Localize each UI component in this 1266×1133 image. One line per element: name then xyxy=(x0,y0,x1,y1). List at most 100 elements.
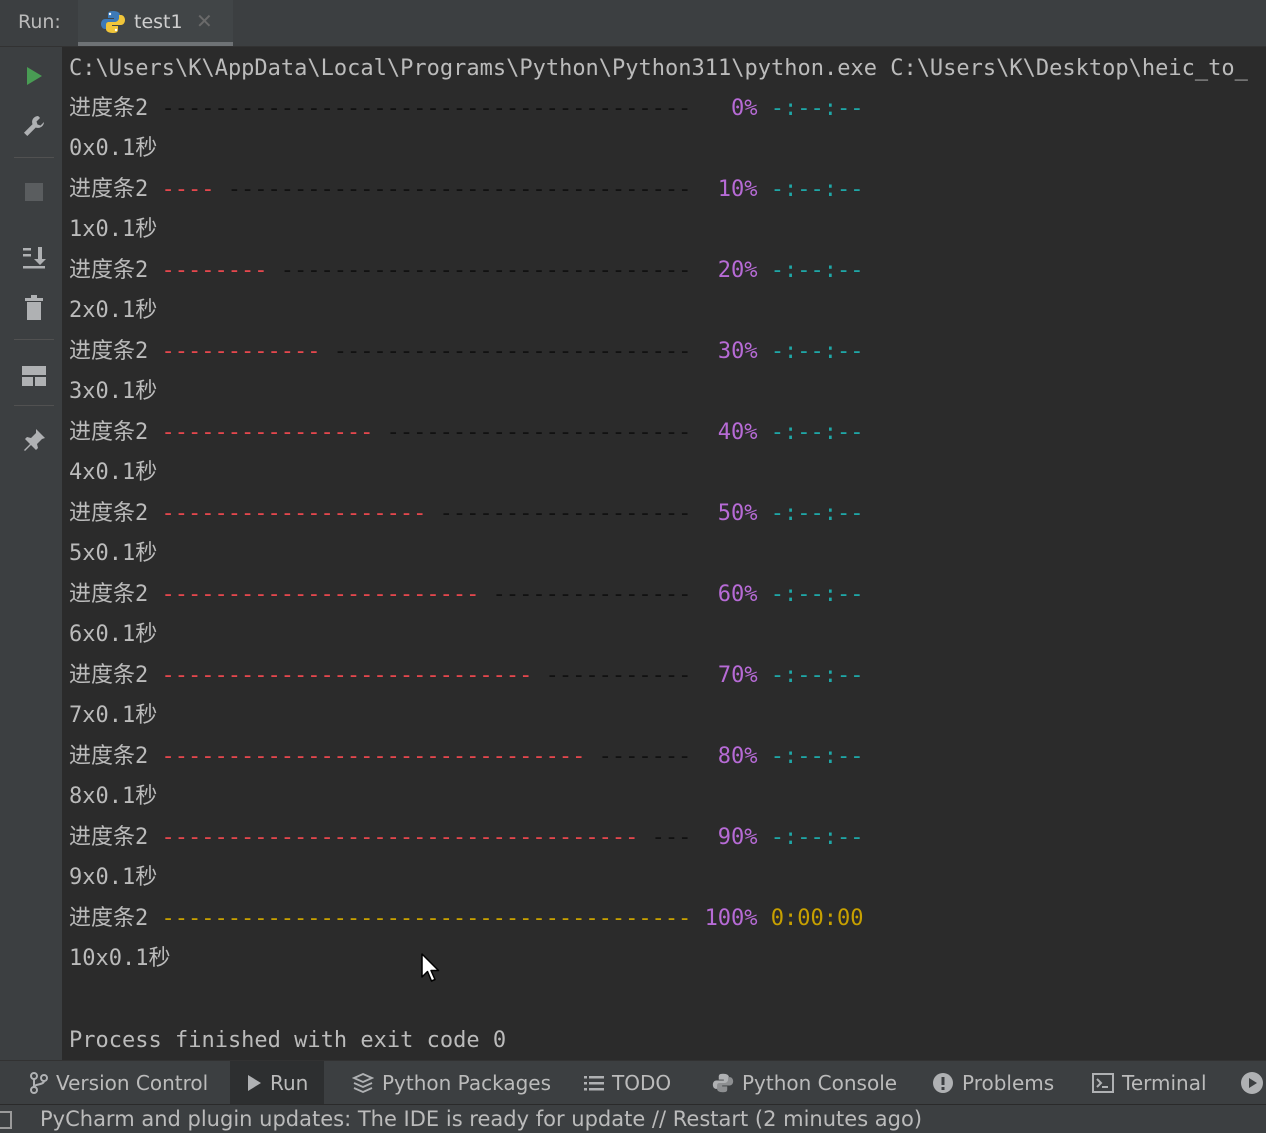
warning-icon xyxy=(933,1073,953,1093)
progress-label: 进度条2 xyxy=(69,501,149,526)
branch-icon xyxy=(30,1072,48,1094)
progress-eta: -:--:-- xyxy=(770,663,864,688)
run-tab-test1[interactable]: test1 ✕ xyxy=(78,0,233,46)
tool-window-bar: Version Control Run Python Packages TODO… xyxy=(0,1060,1266,1105)
toolbar-separator xyxy=(14,405,54,406)
tab-active-indicator xyxy=(78,42,233,46)
progress-percent: 60% xyxy=(704,582,758,607)
progress-line: 进度条2 -----------------------------------… xyxy=(69,899,864,939)
modify-run-configuration-button[interactable] xyxy=(17,109,51,143)
progress-percent: 30% xyxy=(704,339,758,364)
tab-label: Python Packages xyxy=(382,1071,552,1095)
progress-bar-filled: -------- xyxy=(161,258,268,283)
pin-tab-button[interactable] xyxy=(17,423,51,457)
tab-services[interactable] xyxy=(1240,1061,1266,1105)
terminal-icon xyxy=(1092,1073,1114,1093)
progress-label: 进度条2 xyxy=(69,339,149,364)
progress-line: 进度条2 -------------------------------- --… xyxy=(69,737,864,777)
tab-label: Python Console xyxy=(742,1071,898,1095)
progress-bar-filled: -------------------------------- xyxy=(161,744,586,769)
console-output[interactable]: C:\Users\K\AppData\Local\Programs\Python… xyxy=(62,47,1266,1060)
stop-icon xyxy=(25,183,43,201)
close-icon[interactable]: ✕ xyxy=(196,9,213,33)
tab-version-control[interactable]: Version Control xyxy=(30,1061,208,1105)
stop-button[interactable] xyxy=(17,175,51,209)
step-note: 9x0.1秒 xyxy=(69,865,158,890)
progress-line: 进度条2 -------- --------------------------… xyxy=(69,251,864,291)
progress-bar-remaining: ------------------- xyxy=(426,501,692,526)
tab-todo[interactable]: TODO xyxy=(584,1061,671,1105)
run-toolwindow-header: Run: test1 ✕ xyxy=(0,0,1266,47)
step-note: 0x0.1秒 xyxy=(69,136,158,161)
progress-line: 进度条2 ------------ ----------------------… xyxy=(69,332,864,372)
progress-percent: 0% xyxy=(704,96,758,121)
progress-bar-remaining: ----------- xyxy=(532,663,692,688)
progress-bar-remaining: ----------------------- xyxy=(373,420,692,445)
step-note: 7x0.1秒 xyxy=(69,703,158,728)
progress-bar-filled: ---- xyxy=(161,177,215,202)
progress-bar-remaining: --------------------------- xyxy=(320,339,692,364)
tab-label: Version Control xyxy=(56,1071,209,1095)
python-icon xyxy=(712,1073,734,1093)
layout-icon xyxy=(22,366,46,386)
tab-terminal[interactable]: Terminal xyxy=(1092,1061,1207,1105)
step-note: 3x0.1秒 xyxy=(69,379,158,404)
progress-line: 进度条2 -------------------- --------------… xyxy=(69,494,864,534)
list-icon xyxy=(584,1076,604,1091)
progress-percent: 40% xyxy=(704,420,758,445)
progress-eta: -:--:-- xyxy=(770,501,864,526)
layers-icon xyxy=(352,1073,374,1093)
play-icon xyxy=(27,67,42,85)
progress-label: 进度条2 xyxy=(69,663,149,688)
tab-python-packages[interactable]: Python Packages xyxy=(352,1061,551,1105)
progress-percent: 20% xyxy=(704,258,758,283)
step-note: 2x0.1秒 xyxy=(69,298,158,323)
wrench-icon xyxy=(24,116,44,136)
pin-icon xyxy=(24,429,45,451)
play-icon xyxy=(248,1075,261,1091)
progress-percent: 100% xyxy=(704,906,758,931)
rerun-button[interactable] xyxy=(17,59,51,93)
status-bar: PyCharm and plugin updates: The IDE is r… xyxy=(0,1104,1266,1133)
toolbar-separator xyxy=(14,157,54,158)
run-label: Run: xyxy=(18,11,61,33)
progress-eta: -:--:-- xyxy=(770,420,864,445)
progress-label: 进度条2 xyxy=(69,96,149,121)
services-icon xyxy=(1241,1072,1263,1094)
tab-label: TODO xyxy=(612,1071,672,1095)
progress-bar-remaining: ----------------------------------- xyxy=(214,177,692,202)
step-note: 6x0.1秒 xyxy=(69,622,158,647)
tool-windows-toggle-icon[interactable] xyxy=(0,1111,12,1129)
step-note: 10x0.1秒 xyxy=(69,946,171,971)
layout-button[interactable] xyxy=(17,359,51,393)
step-note: 8x0.1秒 xyxy=(69,784,158,809)
clear-all-button[interactable] xyxy=(17,291,51,325)
scroll-to-end-button[interactable] xyxy=(17,241,51,275)
progress-eta: -:--:-- xyxy=(770,96,864,121)
progress-bar-filled: ------------ xyxy=(161,339,321,364)
progress-line: 进度条2 ---------------- ------------------… xyxy=(69,413,864,453)
trash-icon xyxy=(25,295,43,320)
toolbar-separator xyxy=(14,339,54,340)
progress-bar-remaining: --- xyxy=(638,825,692,850)
tab-run[interactable]: Run xyxy=(230,1061,325,1105)
progress-eta: -:--:-- xyxy=(770,177,864,202)
progress-percent: 10% xyxy=(704,177,758,202)
tab-problems[interactable]: Problems xyxy=(932,1061,1054,1105)
progress-eta: -:--:-- xyxy=(770,582,864,607)
progress-percent: 90% xyxy=(704,825,758,850)
status-message[interactable]: PyCharm and plugin updates: The IDE is r… xyxy=(40,1107,922,1131)
console-command-line: C:\Users\K\AppData\Local\Programs\Python… xyxy=(69,56,1248,81)
progress-percent: 50% xyxy=(704,501,758,526)
tab-label: Terminal xyxy=(1122,1071,1207,1095)
progress-eta: 0:00:00 xyxy=(770,906,864,931)
progress-label: 进度条2 xyxy=(69,906,149,931)
progress-label: 进度条2 xyxy=(69,258,149,283)
progress-bar-filled: ------------------------------------ xyxy=(161,825,639,850)
progress-bar-filled: ------------------------ xyxy=(161,582,480,607)
progress-bar-filled: ---------------------------- xyxy=(161,663,533,688)
progress-bar-remaining: ---------------------------------------- xyxy=(161,96,692,121)
tab-label: Run xyxy=(270,1071,309,1095)
progress-bar-remaining: --------------- xyxy=(479,582,692,607)
tab-python-console[interactable]: Python Console xyxy=(712,1061,897,1105)
